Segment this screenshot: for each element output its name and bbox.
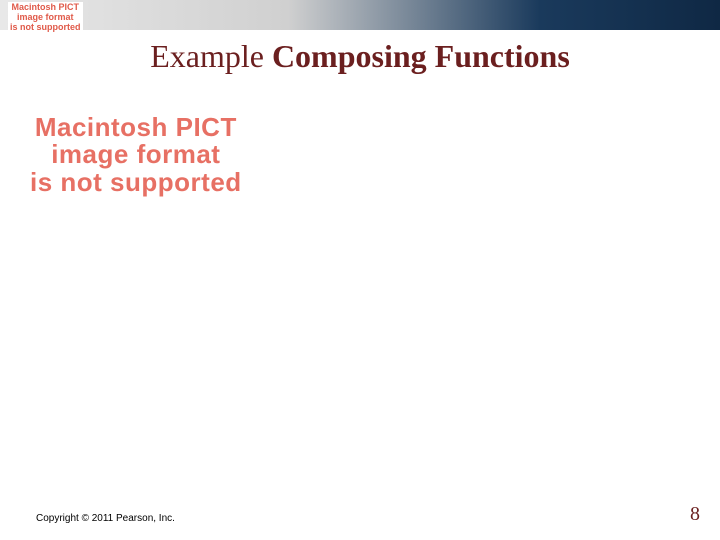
page-number: 8	[690, 503, 700, 526]
title-bold: Composing Functions	[272, 38, 570, 74]
header-bar	[0, 0, 720, 30]
pict-large-line2: image format	[30, 141, 242, 168]
slide-title: Example Composing Functions	[0, 38, 720, 75]
pict-error-small: Macintosh PICT image format is not suppo…	[8, 2, 83, 34]
pict-large-line3: is not supported	[30, 169, 242, 196]
pict-large-line1: Macintosh PICT	[30, 114, 242, 141]
title-light: Example	[150, 38, 272, 74]
copyright-text: Copyright © 2011 Pearson, Inc.	[36, 513, 175, 524]
pict-error-large: Macintosh PICT image format is not suppo…	[30, 114, 242, 196]
pict-small-line3: is not supported	[10, 23, 81, 33]
